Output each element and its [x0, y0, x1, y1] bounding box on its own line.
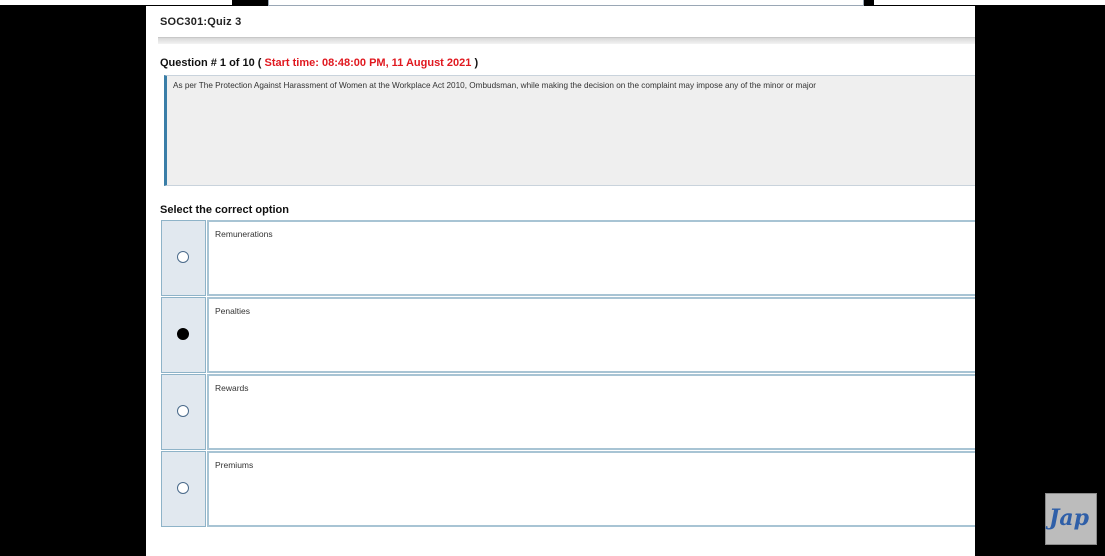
- quiz-title: SOC301:Quiz 3: [160, 16, 242, 28]
- select-option-label: Select the correct option: [160, 204, 289, 216]
- watermark-logo: Jap: [1045, 493, 1097, 545]
- radio-cell[interactable]: [161, 297, 206, 373]
- option-remunerations[interactable]: Remunerations: [161, 220, 975, 296]
- radio-cell[interactable]: [161, 220, 206, 296]
- start-time: Start time: 08:48:00 PM, 11 August 2021: [264, 57, 472, 69]
- question-number: Question # 1 of 10 (: [160, 57, 262, 69]
- option-text-cell[interactable]: Rewards: [207, 374, 975, 450]
- option-label: Premiums: [215, 460, 254, 470]
- option-penalties[interactable]: Penalties: [161, 297, 975, 373]
- quiz-page: SOC301:Quiz 3 Question # 1 of 10 ( Start…: [146, 6, 975, 556]
- option-label: Rewards: [215, 383, 249, 393]
- radio-button[interactable]: [177, 251, 189, 263]
- window-edge-right: [874, 0, 1105, 5]
- option-rewards[interactable]: Rewards: [161, 374, 975, 450]
- question-text: As per The Protection Against Harassment…: [173, 81, 817, 90]
- question-header: Question # 1 of 10 ( Start time: 08:48:0…: [160, 57, 478, 69]
- window-edge-left: [0, 0, 232, 5]
- radio-button-selected[interactable]: [177, 328, 189, 340]
- option-text-cell[interactable]: Penalties: [207, 297, 975, 373]
- watermark-text: Jap: [1049, 505, 1090, 531]
- title-divider: [158, 37, 975, 44]
- option-premiums[interactable]: Premiums: [161, 451, 975, 527]
- option-text-cell[interactable]: Premiums: [207, 451, 975, 527]
- question-header-close: ): [474, 57, 479, 69]
- option-text-cell[interactable]: Remunerations: [207, 220, 975, 296]
- radio-button[interactable]: [177, 405, 189, 417]
- question-box: As per The Protection Against Harassment…: [164, 75, 975, 186]
- radio-cell[interactable]: [161, 451, 206, 527]
- option-label: Penalties: [215, 306, 250, 316]
- radio-button[interactable]: [177, 482, 189, 494]
- option-label: Remunerations: [215, 229, 273, 239]
- radio-cell[interactable]: [161, 374, 206, 450]
